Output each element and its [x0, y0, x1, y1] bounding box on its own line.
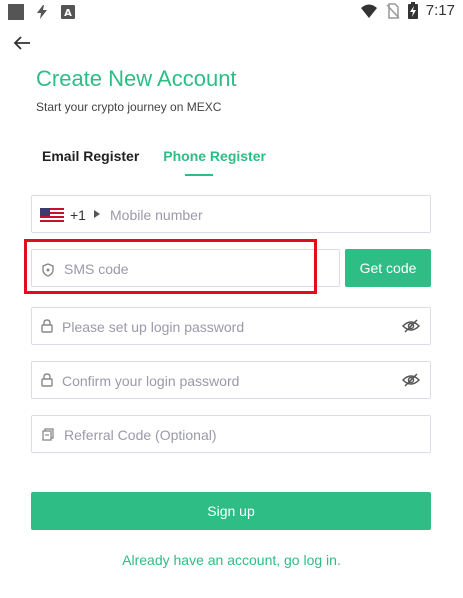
get-code-button[interactable]: Get code	[345, 249, 431, 287]
tab-phone-register[interactable]: Phone Register	[163, 148, 266, 172]
lock-icon	[41, 319, 53, 333]
battery-icon	[407, 2, 418, 19]
confirm-password-placeholder: Confirm your login password	[62, 373, 240, 389]
country-code[interactable]: +1	[70, 207, 86, 223]
mobile-number-field[interactable]: +1 Mobile number	[31, 195, 431, 233]
square-icon	[8, 4, 24, 20]
back-button[interactable]	[10, 32, 34, 54]
shield-icon	[42, 263, 54, 277]
sign-up-button[interactable]: Sign up	[31, 492, 431, 530]
arrow-left-icon	[13, 36, 30, 50]
status-bar: A 7:17	[0, 0, 463, 24]
password-input[interactable]: Please set up login password	[31, 307, 431, 345]
sms-code-placeholder: SMS code	[64, 261, 129, 277]
referral-code-placeholder: Referral Code (Optional)	[64, 427, 217, 443]
text-a-icon: A	[61, 5, 75, 19]
go-login-link[interactable]: Already have an account, go log in.	[0, 552, 463, 568]
active-tab-indicator	[185, 174, 213, 176]
no-sim-icon	[386, 2, 400, 19]
eye-off-icon[interactable]	[402, 372, 420, 388]
flash-icon	[37, 5, 47, 19]
status-time: 7:17	[425, 2, 455, 19]
status-left-icons: A	[8, 4, 76, 20]
referral-card-icon	[42, 428, 54, 441]
lock-icon	[41, 373, 53, 387]
sms-code-input[interactable]: SMS code	[31, 249, 340, 287]
page-subtitle: Start your crypto journey on MEXC	[36, 100, 222, 114]
us-flag-icon[interactable]	[40, 208, 64, 222]
register-tabs: Email Register Phone Register	[42, 148, 266, 172]
page-title: Create New Account	[36, 66, 237, 91]
mobile-number-placeholder: Mobile number	[110, 207, 203, 223]
confirm-password-input[interactable]: Confirm your login password	[31, 361, 431, 399]
caret-right-icon[interactable]	[94, 210, 100, 218]
eye-off-icon[interactable]	[402, 318, 420, 334]
tab-email-register[interactable]: Email Register	[42, 148, 139, 172]
status-right-icons: 7:17	[360, 2, 455, 19]
referral-code-input[interactable]: Referral Code (Optional)	[31, 415, 431, 453]
password-placeholder: Please set up login password	[62, 319, 245, 335]
wifi-icon	[360, 4, 377, 18]
svg-text:A: A	[64, 8, 72, 19]
